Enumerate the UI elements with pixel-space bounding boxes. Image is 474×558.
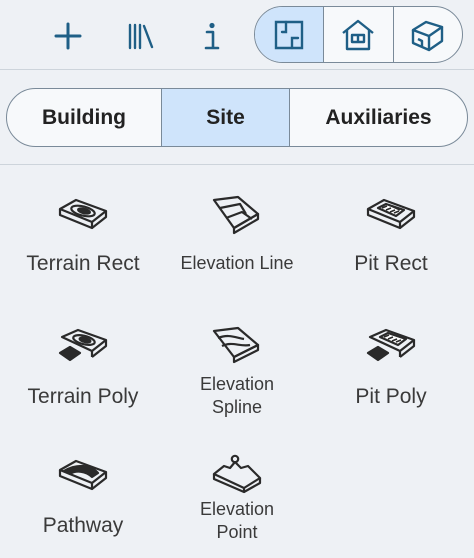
view-mode-switch [254,6,463,63]
elevation-line-icon [212,195,260,235]
tool-pathway[interactable]: Pathway [8,456,158,537]
3d-view-button[interactable] [394,7,462,62]
tool-label-line-1: Elevation [199,374,275,394]
elevation-point-icon [212,454,262,494]
tool-elevation-line[interactable]: Elevation Line [162,192,312,275]
pit-poly-icon [366,328,416,362]
tool-label: Pit Rect [354,252,428,275]
info-icon [204,22,220,50]
tool-label: Elevation Line [180,253,294,273]
terrain-poly-icon [58,328,108,362]
library-button[interactable] [115,10,167,62]
tool-elevation-spline[interactable]: Elevation Spline [162,325,312,419]
pit-rect-icon [366,198,416,230]
tool-pit-rect[interactable]: Pit Rect [316,192,466,275]
tab-auxiliaries[interactable]: Auxiliaries [290,89,467,146]
tool-label: Pathway [42,514,124,537]
tool-terrain-poly[interactable]: Terrain Poly [8,325,158,408]
tool-label-line-2: Point [216,522,258,542]
tool-terrain-rect[interactable]: Terrain Rect [8,192,158,275]
tabs-divider [0,164,474,165]
info-button[interactable] [186,10,238,62]
plus-icon [54,22,82,50]
house-elevation-icon [342,19,375,50]
terrain-rect-icon [58,198,108,230]
house-3d-icon [411,20,444,51]
tool-label: Pit Poly [355,385,427,408]
tab-site[interactable]: Site [162,89,290,146]
tool-elevation-point[interactable]: Elevation Point [162,452,312,544]
tool-label: Terrain Poly [27,385,139,408]
floor-plan-view-button[interactable] [255,7,325,62]
add-button[interactable] [42,10,94,62]
elevation-spline-icon [212,326,260,364]
tool-label-line-2: Spline [211,397,263,417]
library-icon [128,23,154,50]
toolbar-divider [0,69,474,70]
category-tabs: Building Site Auxiliaries [6,88,468,147]
top-toolbar [0,0,474,70]
floor-plan-icon [274,20,304,49]
pathway-icon [58,459,108,491]
tool-label-line-1: Elevation [199,499,275,519]
tab-building[interactable]: Building [7,89,162,146]
elevation-view-button[interactable] [324,7,394,62]
tool-pit-poly[interactable]: Pit Poly [316,325,466,408]
tool-label: Terrain Rect [26,252,140,275]
